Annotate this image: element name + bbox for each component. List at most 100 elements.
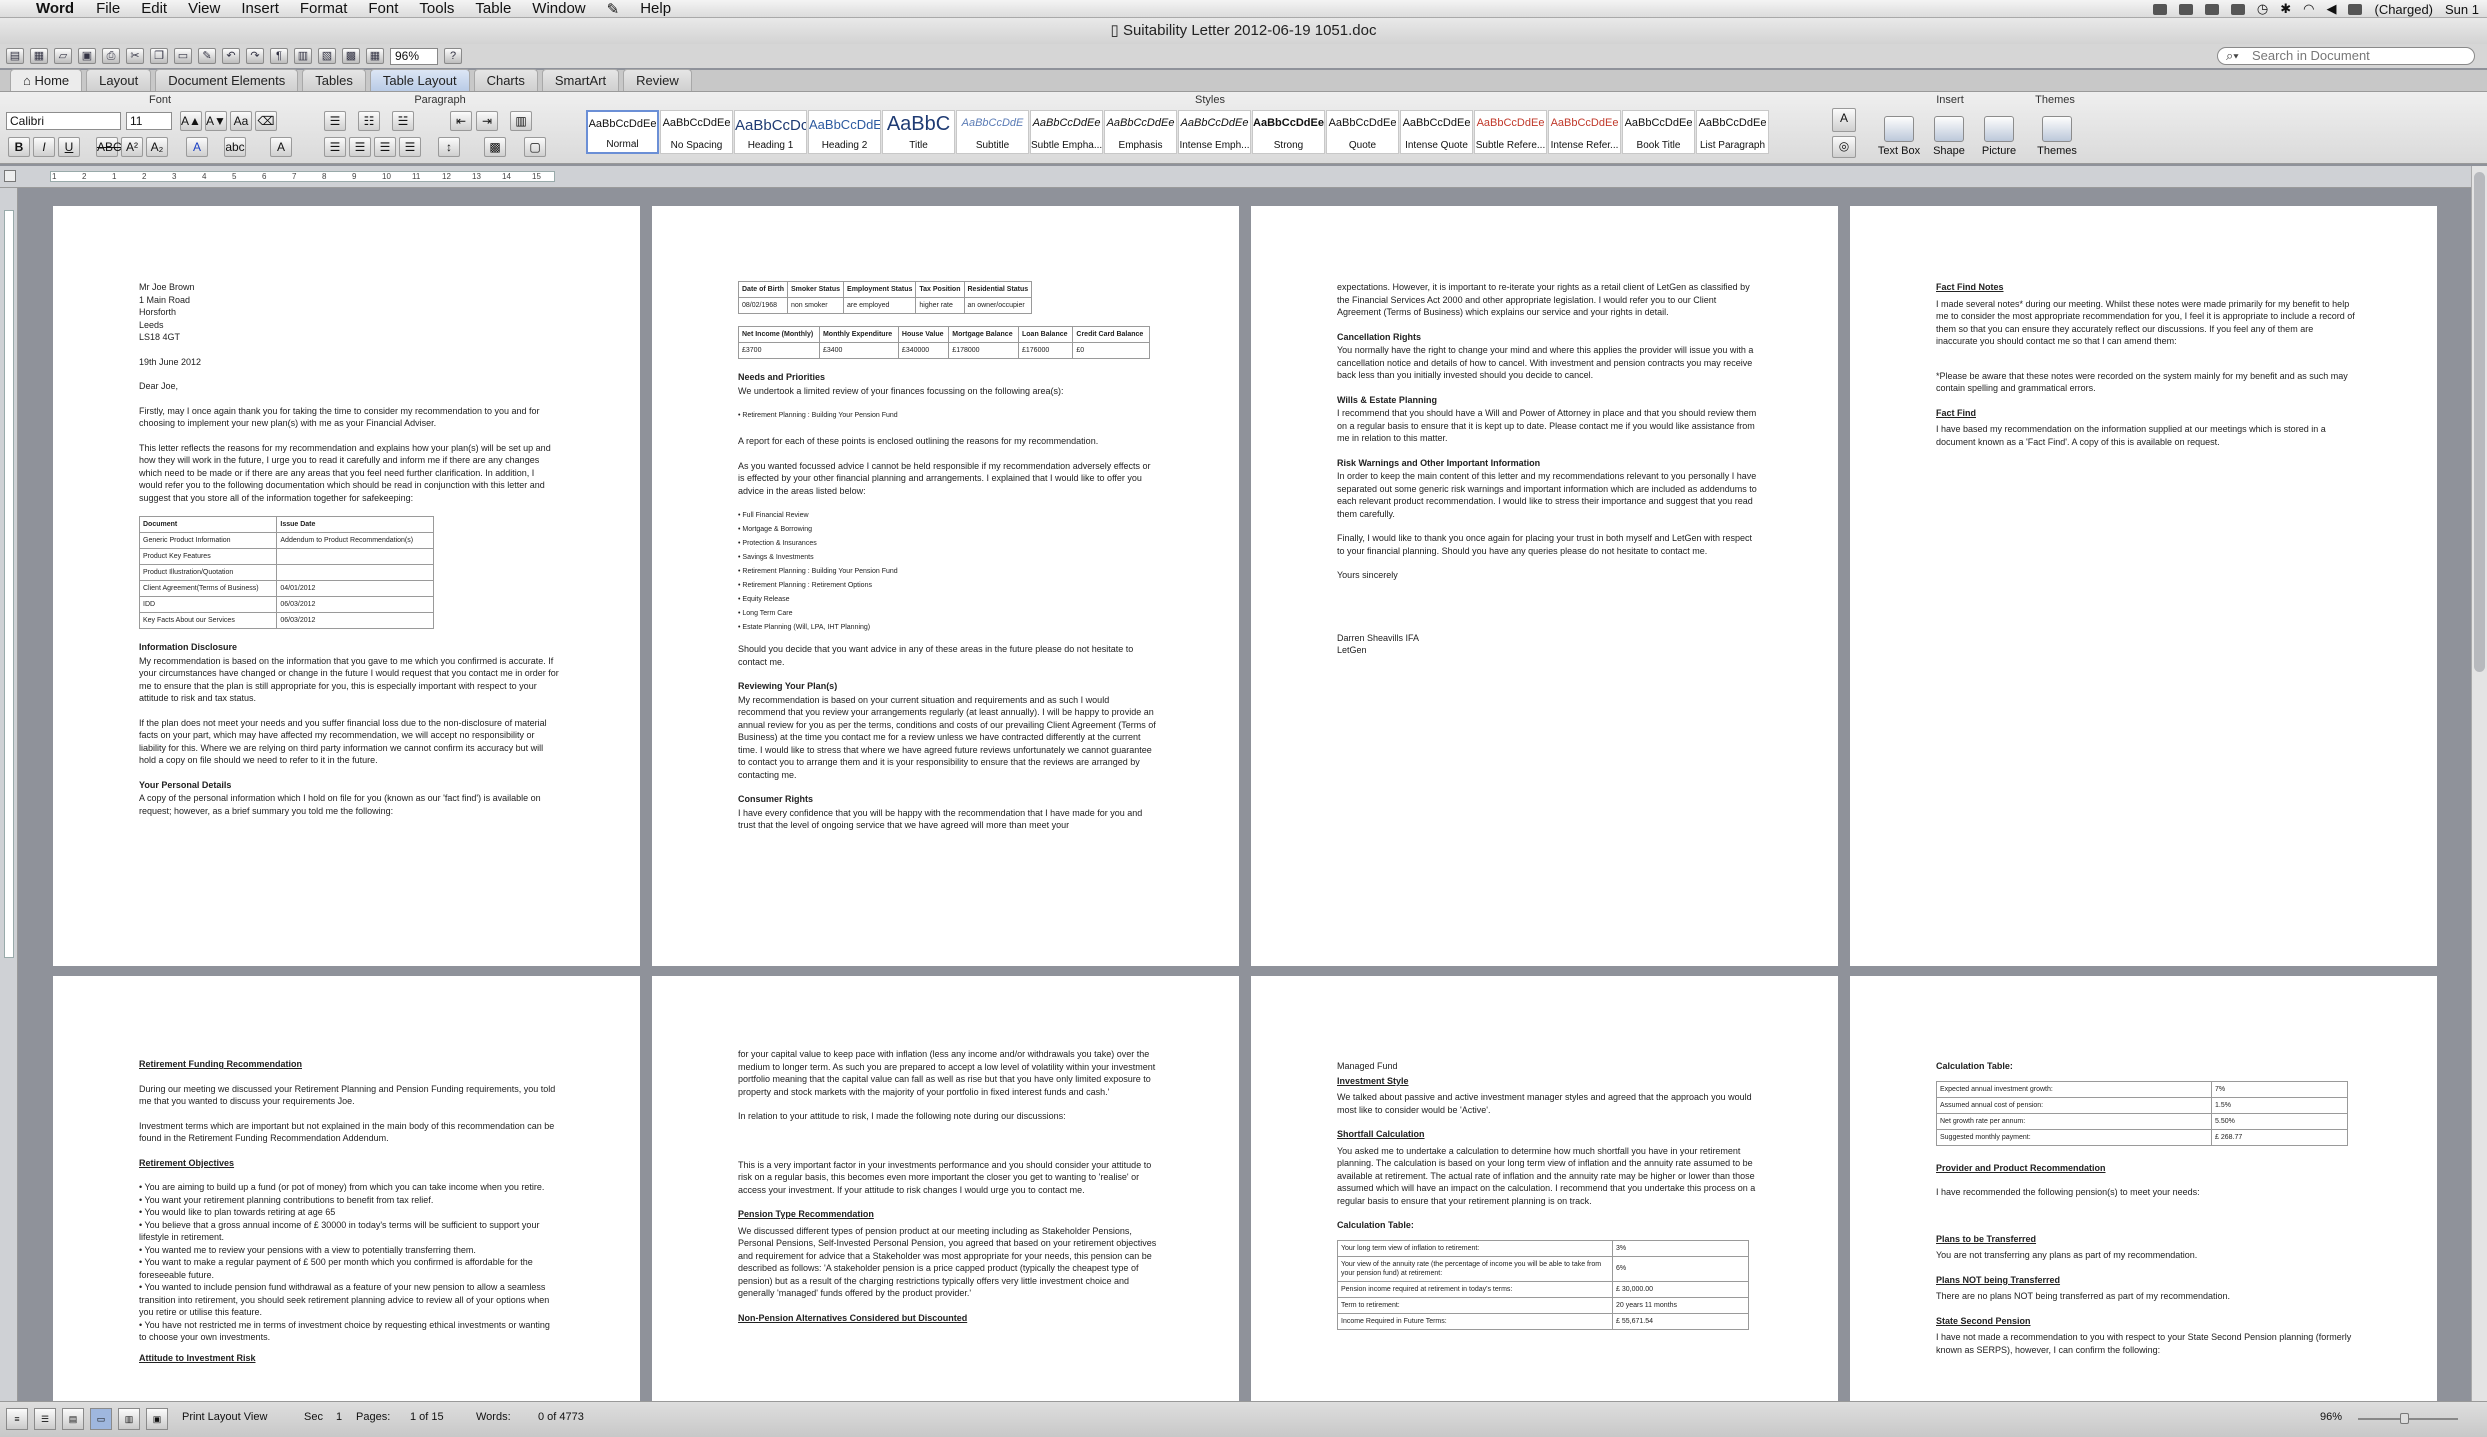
subscript-icon[interactable]: A₂ [146,137,168,157]
style-intense-emph[interactable]: AaBbCcDdEe Intense Emph... [1178,110,1251,154]
align-center-icon[interactable]: ☰ [349,137,371,157]
undo-icon[interactable]: ↶ [222,48,240,64]
columns-icon[interactable]: ▥ [510,111,532,131]
save-icon[interactable]: ▣ [78,48,96,64]
page-3[interactable]: expectations. However, it is important t… [1251,206,1838,966]
status-icon[interactable] [2204,3,2219,15]
style-subtle-empha[interactable]: AaBbCcDdEe Subtle Empha... [1030,110,1103,154]
templates-icon[interactable]: ▦ [30,48,48,64]
script-icon[interactable]: ✎ [607,0,620,18]
clear-formatting-icon[interactable]: Aa [230,111,252,131]
style-title[interactable]: AaBbC Title [882,110,955,154]
borders-icon[interactable]: ▢ [524,137,546,157]
tab-stop-icon[interactable] [4,170,16,182]
draft-view-icon[interactable]: ≡ [6,1408,28,1430]
menu-format[interactable]: Format [300,0,348,17]
status-icon[interactable] [2152,3,2167,15]
clear-format-icon[interactable]: ⌫ [255,111,277,131]
strikethrough-icon[interactable]: ABC [96,137,122,157]
themes-button[interactable]: Themes [2032,116,2082,157]
styles-pane-icon[interactable]: A [1832,108,1856,132]
time-machine-icon[interactable]: ◷ [2257,1,2268,17]
page-6[interactable]: for your capital value to keep pace with… [652,976,1239,1401]
superscript-icon[interactable]: A² [121,137,143,157]
style-no-spacing[interactable]: AaBbCcDdEe No Spacing [660,110,733,154]
insert-picture-button[interactable]: Picture [1974,116,2024,157]
toolbox-icon[interactable]: ▧ [318,48,336,64]
bold-icon[interactable]: B [8,137,30,157]
cut-icon[interactable]: ✂ [126,48,144,64]
font-color-icon[interactable]: A [186,137,208,157]
tab-smartart[interactable]: SmartArt [541,69,620,91]
font-size-select[interactable]: 11 [126,112,172,130]
style-intense-quote[interactable]: AaBbCcDdEe Intense Quote [1400,110,1473,154]
volume-icon[interactable]: ◀ [2326,1,2336,17]
help-icon[interactable]: ? [444,48,462,64]
vertical-scrollbar[interactable] [2471,166,2487,1401]
menu-font[interactable]: Font [368,0,398,17]
italic-icon[interactable]: I [33,137,55,157]
font-name-select[interactable]: Calibri [6,112,121,130]
outline-view-icon[interactable]: ☰ [34,1408,56,1430]
wifi-icon[interactable]: ◠ [2303,1,2314,17]
menu-view[interactable]: View [188,0,220,17]
tab-document-elements[interactable]: Document Elements [155,69,299,91]
menu-insert[interactable]: Insert [241,0,279,17]
menu-tools[interactable]: Tools [419,0,454,17]
menu-file[interactable]: File [96,0,120,17]
increase-indent-icon[interactable]: ⇥ [476,111,498,131]
menu-app-word[interactable]: Word [36,0,74,17]
table-icon[interactable]: ▦ [366,48,384,64]
print-icon[interactable]: ⎙ [102,48,120,64]
bluetooth-icon[interactable]: ✱ [2280,1,2291,17]
tab-review[interactable]: Review [623,69,692,91]
grow-font-icon[interactable]: A▲ [180,111,202,131]
new-document-icon[interactable]: ▤ [6,48,24,64]
page-7[interactable]: Managed Fund Investment Style We talked … [1251,976,1838,1401]
vertical-ruler-bar[interactable] [4,210,14,958]
style-emphasis[interactable]: AaBbCcDdEe Emphasis [1104,110,1177,154]
style-heading-1[interactable]: AaBbCcDc Heading 1 [734,110,807,154]
justify-icon[interactable]: ☰ [399,137,421,157]
tab-layout[interactable]: Layout [86,69,152,91]
page-8[interactable]: Calculation Table: Expected annual inves… [1850,976,2437,1401]
redo-icon[interactable]: ↷ [246,48,264,64]
highlight-icon[interactable]: abc [224,137,246,157]
tab-table-layout[interactable]: Table Layout [369,69,470,91]
shading-icon[interactable]: ▩ [484,137,506,157]
clock[interactable]: Sun 1 [2445,2,2479,17]
shrink-font-icon[interactable]: A▼ [205,111,227,131]
open-icon[interactable]: ▱ [54,48,72,64]
battery-icon[interactable] [2348,3,2363,15]
style-subtitle[interactable]: AaBbCcDdE Subtitle [956,110,1029,154]
style-subtle-refere[interactable]: AaBbCcDdEe Subtle Refere... [1474,110,1547,154]
style-strong[interactable]: AaBbCcDdEe Strong [1252,110,1325,154]
insert-shape-button[interactable]: Shape [1924,116,1974,157]
menu-help[interactable]: Help [640,0,671,17]
copy-icon[interactable]: ❐ [150,48,168,64]
focus-view-icon[interactable]: ▣ [146,1408,168,1430]
numbering-icon[interactable]: ☷ [358,111,380,131]
style-intense-refer[interactable]: AaBbCcDdEe Intense Refer... [1548,110,1621,154]
align-left-icon[interactable]: ☰ [324,137,346,157]
tab-tables[interactable]: Tables [302,69,366,91]
show-formatting-icon[interactable]: ¶ [270,48,288,64]
battery-status[interactable]: (Charged) [2374,2,2433,17]
style-normal[interactable]: AaBbCcDdEe Normal [586,110,659,154]
decrease-indent-icon[interactable]: ⇤ [450,111,472,131]
format-painter-icon[interactable]: ✎ [198,48,216,64]
style-list-paragraph[interactable]: AaBbCcDdEe List Paragraph [1696,110,1769,154]
text-effects-icon[interactable]: A [270,137,292,157]
underline-icon[interactable]: U [58,137,80,157]
search-input[interactable]: ⌕▾ Search in Document [2217,47,2475,65]
page-2[interactable]: Date of Birth Smoker Status Employment Sta… [652,206,1239,966]
style-quote[interactable]: AaBbCcDdEe Quote [1326,110,1399,154]
bullets-icon[interactable]: ☰ [324,111,346,131]
zoom-slider-thumb[interactable] [2400,1413,2409,1424]
styles-more-icon[interactable]: ◎ [1832,136,1856,158]
status-icon[interactable] [2230,3,2245,15]
tab-home[interactable]: ⌂ Home [10,69,83,91]
menu-edit[interactable]: Edit [141,0,167,17]
menu-table[interactable]: Table [475,0,511,17]
page-5[interactable]: Retirement Funding Recommendation During… [53,976,640,1401]
